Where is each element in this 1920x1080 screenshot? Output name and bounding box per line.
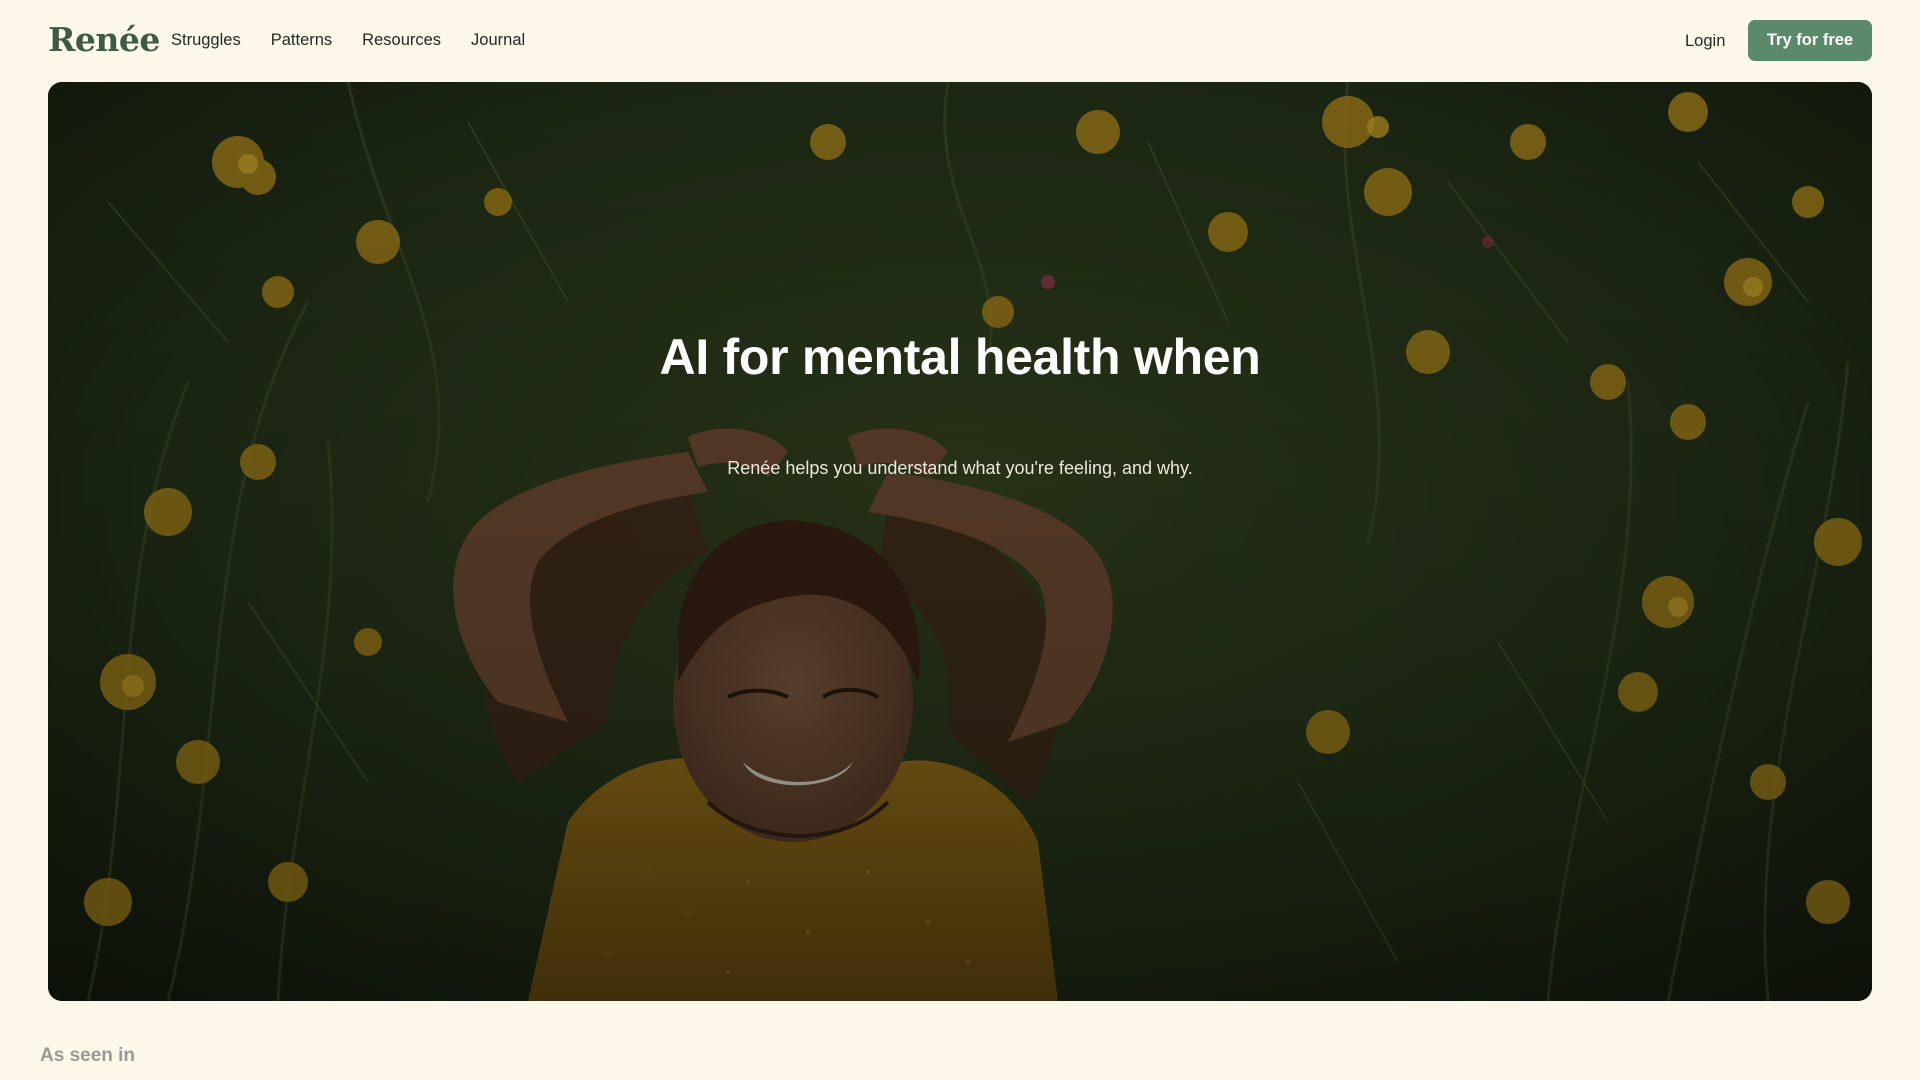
as-seen-in-heading: As seen in [40, 1045, 136, 1066]
nav-link-patterns[interactable]: Patterns [271, 27, 332, 53]
nav-link-resources[interactable]: Resources [362, 27, 441, 53]
brand-logo[interactable]: Renée [48, 18, 160, 62]
try-for-free-button[interactable]: Try for free [1748, 20, 1872, 61]
top-navigation: Renée Struggles Patterns Resources Journ… [0, 0, 1920, 82]
hero-subtitle: Renée helps you understand what you're f… [727, 458, 1193, 478]
login-link[interactable]: Login [1685, 28, 1725, 54]
nav-link-struggles[interactable]: Struggles [171, 27, 241, 53]
hero-photo [48, 82, 1872, 1001]
nav-links: Struggles Patterns Resources Journal [171, 27, 525, 53]
nav-link-journal[interactable]: Journal [471, 27, 525, 53]
hero-title: AI for mental health when [659, 329, 1261, 385]
hero-banner: AI for mental health when Renée helps yo… [48, 82, 1872, 1001]
